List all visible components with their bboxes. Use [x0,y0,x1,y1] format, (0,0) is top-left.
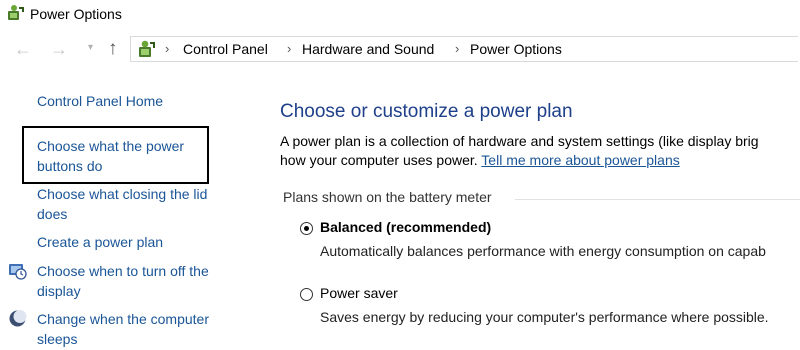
breadcrumb-control-panel[interactable]: Control Panel [183,41,268,57]
highlight-box [22,126,209,184]
breadcrumb-separator-icon[interactable]: › [165,41,169,56]
plan-name-power-saver[interactable]: Power saver [320,285,398,301]
sidebar-item-label: Choose when to turn off the [37,263,209,279]
power-options-icon [139,40,155,57]
plan-name-balanced[interactable]: Balanced (recommended) [320,219,491,235]
breadcrumb-hardware-and-sound[interactable]: Hardware and Sound [302,41,434,57]
plan-description-balanced: Automatically balances performance with … [320,243,766,259]
radio-balanced-plan[interactable] [300,222,313,235]
plans-section-header: Plans shown on the battery meter [283,189,492,205]
breadcrumb-separator-icon[interactable]: › [287,41,291,56]
forward-arrow-icon[interactable]: → [50,40,68,58]
section-divider [515,199,800,200]
sidebar-item-computer-sleeps[interactable]: Change when the computer sleeps [37,310,209,349]
sidebar-item-label: Choose what closing the lid [37,186,208,202]
sidebar-item-create-power-plan[interactable]: Create a power plan [37,233,163,253]
power-options-icon [8,5,24,20]
back-arrow-icon[interactable]: ← [14,40,32,58]
breadcrumb-power-options[interactable]: Power Options [470,41,562,57]
sidebar-item-turn-off-display[interactable]: Choose when to turn off the display [37,262,209,301]
window-title: Power Options [30,6,122,22]
breadcrumb-separator-icon[interactable]: › [455,41,459,56]
intro-text: A power plan is a collection of hardware… [280,133,759,149]
sidebar-item-control-panel-home[interactable]: Control Panel Home [37,92,163,112]
window: Power Options ← → ▾ ↑ › Control Panel › … [0,0,800,350]
sidebar-item-label: Change when the computer [37,311,209,327]
recent-locations-chevron-icon[interactable]: ▾ [88,42,93,53]
sleep-moon-icon [9,310,27,327]
radio-power-saver-plan[interactable] [300,288,313,301]
intro-text: how your computer uses power. [280,152,482,168]
tell-me-more-link[interactable]: Tell me more about power plans [481,152,679,168]
sidebar-item-label: sleeps [37,330,78,347]
plan-description-power-saver: Saves energy by reducing your computer's… [320,309,769,325]
sidebar-item-label: display [37,282,81,299]
page-title: Choose or customize a power plan [280,101,573,122]
intro-text-line2: how your computer uses power. Tell me mo… [280,152,680,168]
sidebar-item-label: does [37,205,68,222]
display-schedule-icon [9,264,27,280]
sidebar-item-closing-lid[interactable]: Choose what closing the lid does [37,185,207,224]
up-arrow-icon[interactable]: ↑ [108,38,118,60]
